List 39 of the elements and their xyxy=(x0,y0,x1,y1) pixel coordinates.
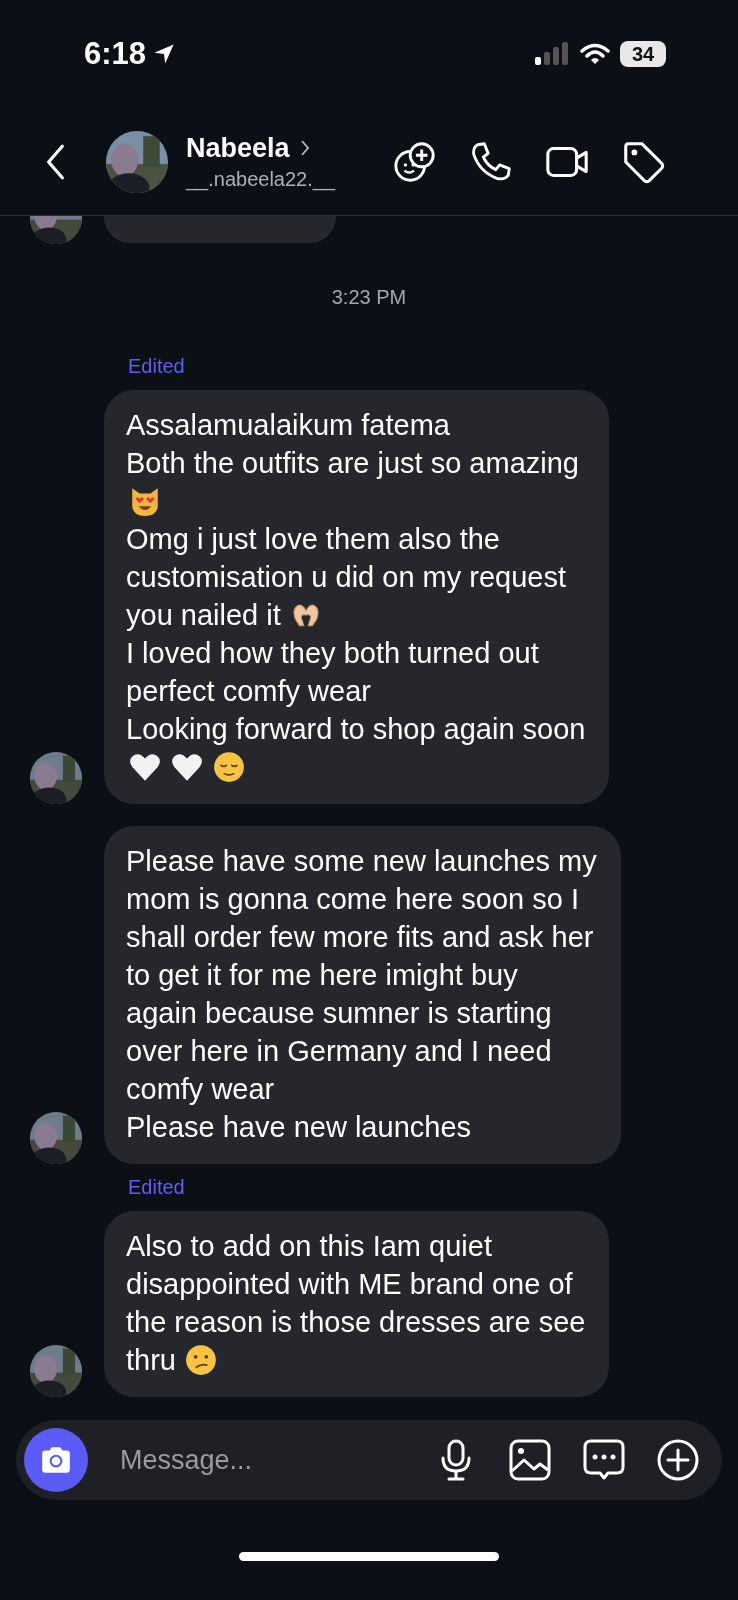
message-text: the reason is those dresses are see xyxy=(126,1305,586,1340)
camera-icon xyxy=(39,1445,73,1475)
message-text: Please have some new launches my xyxy=(126,844,597,879)
camera-button[interactable] xyxy=(24,1428,88,1492)
message-text: again because sumner is starting xyxy=(126,996,552,1031)
message-text: Looking forward to shop again soon xyxy=(126,712,586,747)
message-text: perfect comfy wear xyxy=(126,674,371,709)
message-text: mom is gonna come here soon so I xyxy=(126,882,579,917)
message-text: customisation u did on my request xyxy=(126,560,567,595)
message-text: Assalamualaikum fatema xyxy=(126,408,450,443)
message-text: I loved how they both turned out xyxy=(126,636,539,671)
chevron-right-icon xyxy=(299,139,310,157)
frown-face-icon xyxy=(184,1343,218,1377)
message-text: comfy wear xyxy=(126,1072,275,1107)
battery-indicator: 34 xyxy=(620,41,666,67)
message-text: over here in Germany and I need xyxy=(126,1034,552,1069)
contact-username: __.nabeela22.__ xyxy=(186,167,337,191)
message-text: thru xyxy=(126,1343,176,1378)
message-text: Please have new launches xyxy=(126,1110,471,1145)
message-text: to get it for me here imight buy xyxy=(126,958,518,993)
add-circle-icon[interactable] xyxy=(656,1438,700,1482)
message-input[interactable]: Message... xyxy=(118,1443,396,1477)
message-text: you nailed it xyxy=(126,598,281,633)
status-time: 6:18 xyxy=(84,36,147,72)
location-arrow-icon xyxy=(152,42,177,66)
edited-label: Edited xyxy=(128,1176,185,1199)
wifi-icon xyxy=(580,43,610,65)
timestamp: 3:23 PM xyxy=(331,286,407,309)
chat-bubble-icon[interactable] xyxy=(582,1438,626,1482)
contact-name[interactable]: Nabeela xyxy=(186,132,290,164)
message-text: Also to add on this Iam quiet xyxy=(126,1229,492,1264)
smiley-icon xyxy=(212,750,246,784)
image-icon[interactable] xyxy=(508,1438,552,1482)
message-text: shall order few more fits and ask her xyxy=(126,920,594,955)
message-text: disappointed with ME brand one of xyxy=(126,1267,573,1302)
signal-icon xyxy=(534,42,570,66)
edited-label: Edited xyxy=(128,355,185,378)
message-text: Omg i just love them also the xyxy=(126,522,500,557)
message-text: Both the outfits are just so amazing xyxy=(126,446,579,481)
